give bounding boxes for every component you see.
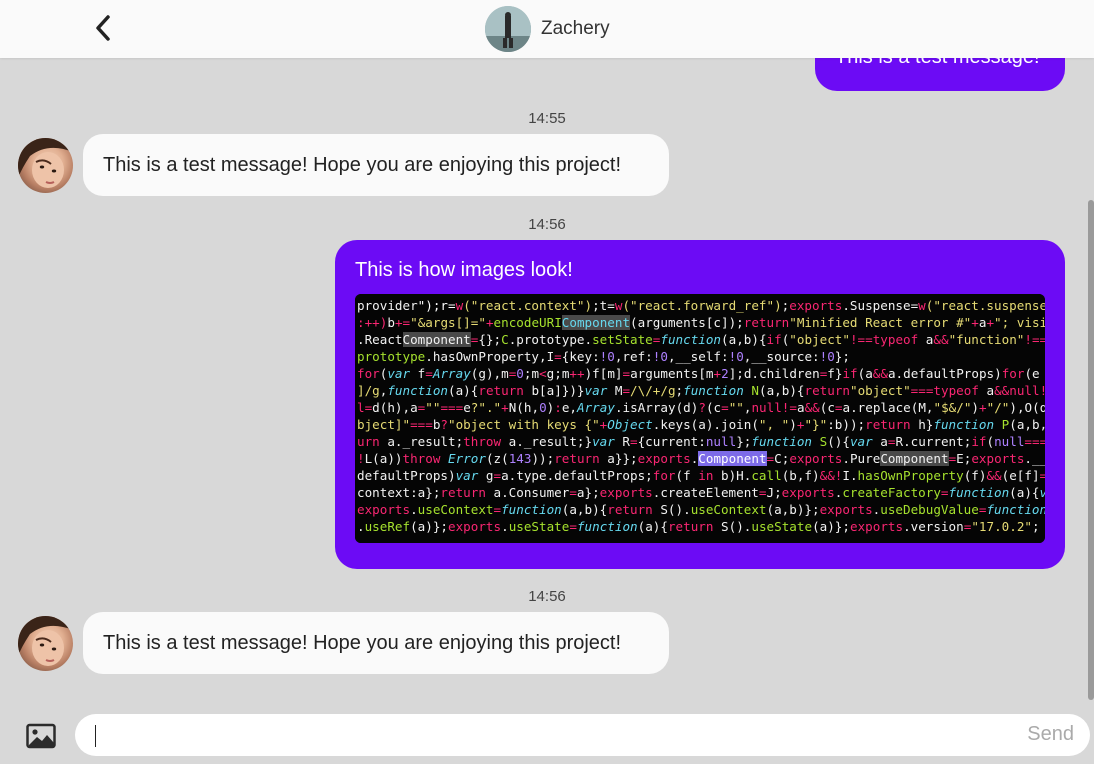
message-timestamp: 14:56 [528, 216, 566, 233]
message-text: This is a test message! Hope you are enj… [103, 153, 622, 176]
chat-header: Zachery [0, 0, 1094, 58]
message-input[interactable]: Send [75, 714, 1090, 756]
incoming-message: This is a test message! Hope you are enj… [83, 134, 669, 196]
chevron-left-icon [96, 15, 110, 41]
message-timestamp: 14:55 [528, 110, 566, 127]
code-screenshot-image[interactable]: provider");r=w("react.context");t=w("rea… [355, 294, 1045, 543]
attach-image-button[interactable] [26, 723, 56, 749]
scrollbar[interactable] [1088, 200, 1094, 700]
send-button[interactable]: Send [1027, 723, 1074, 746]
sender-avatar [18, 616, 73, 671]
sender-avatar [18, 138, 73, 193]
image-icon [26, 723, 56, 749]
back-button[interactable] [86, 11, 120, 45]
message-list[interactable]: This is a test message! 14:55 This is a … [0, 0, 1094, 700]
text-caret [95, 725, 96, 747]
message-timestamp: 14:56 [528, 588, 566, 605]
incoming-message: This is a test message! Hope you are enj… [83, 612, 669, 674]
contact-name: Zachery [541, 18, 610, 39]
message-text: This is how images look! [355, 259, 573, 281]
contact-avatar [485, 6, 531, 52]
contact-info[interactable]: Zachery [485, 6, 610, 52]
message-text: This is a test message! Hope you are enj… [103, 631, 622, 654]
